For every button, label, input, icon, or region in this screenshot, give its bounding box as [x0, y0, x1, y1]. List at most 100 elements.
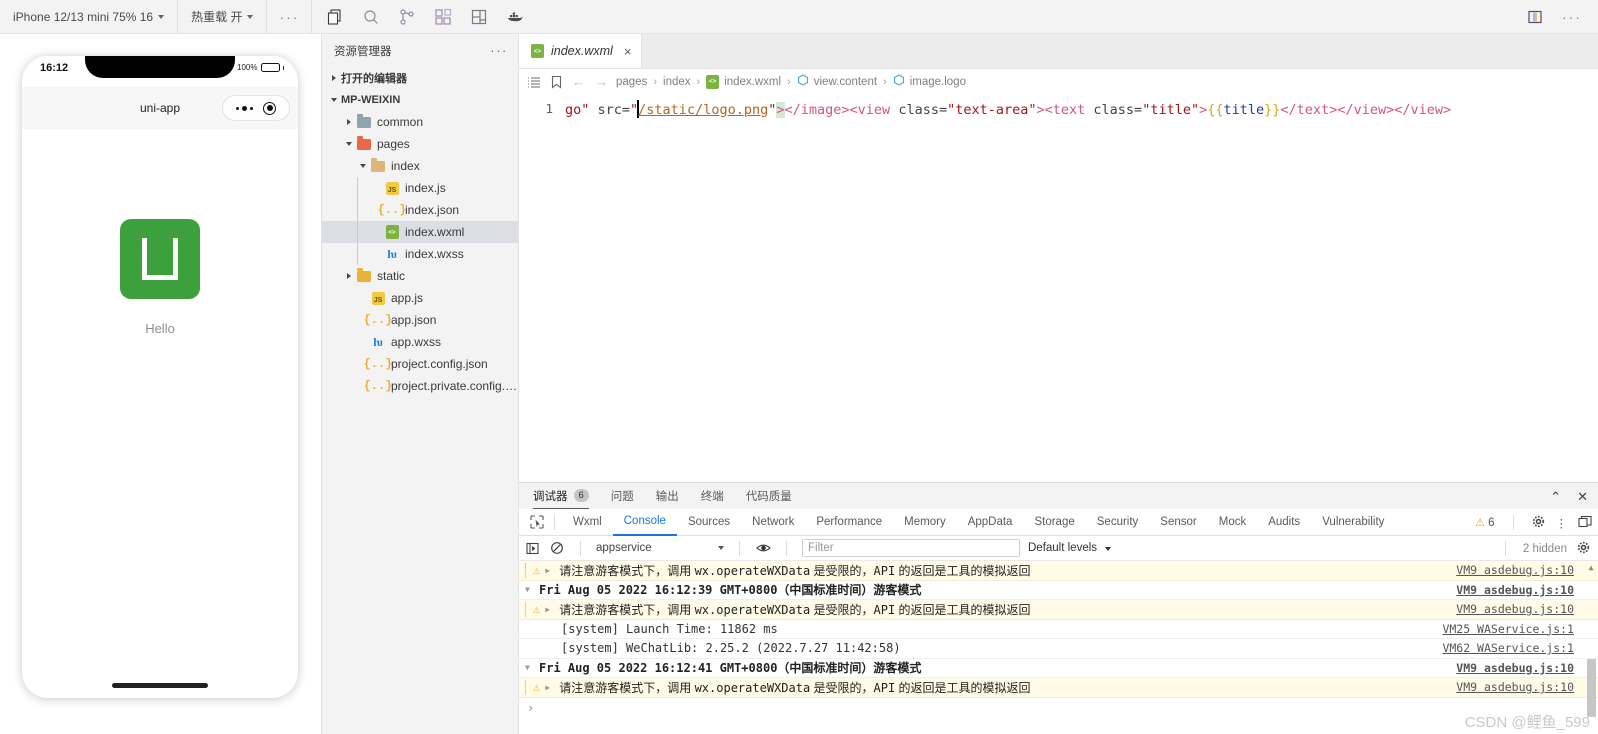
tree-item-pages[interactable]: pages — [322, 133, 518, 155]
console-source-link[interactable]: VM9 asdebug.js:10 — [1456, 583, 1574, 597]
extensions-icon[interactable] — [434, 8, 452, 26]
console-filter-input[interactable] — [802, 539, 1020, 557]
dock-panel-icon[interactable] — [1578, 515, 1592, 531]
breadcrumb-item-pages[interactable]: pages — [616, 76, 647, 88]
tree-indent-guide — [357, 199, 358, 221]
tree-item-index-json[interactable]: {..} index.json — [322, 199, 518, 221]
tree-item-app-js[interactable]: JS app.js — [322, 287, 518, 309]
console-row[interactable]: [system] Launch Time: 11862 ms VM25 WASer… — [519, 620, 1598, 639]
tree-item-index-js[interactable]: JS index.js — [322, 177, 518, 199]
collapse-arrow-icon[interactable]: ▼ — [525, 663, 534, 672]
panel-tab-终端[interactable]: 终端 — [701, 483, 724, 509]
close-icon[interactable]: × — [620, 44, 632, 59]
split-layout-icon[interactable] — [470, 8, 488, 26]
devtools-tab-mock[interactable]: Mock — [1208, 509, 1257, 536]
scrollbar-thumb[interactable] — [1587, 659, 1596, 717]
outline-icon[interactable] — [526, 75, 542, 89]
console-scrollbar[interactable]: ▲ — [1586, 563, 1596, 732]
docker-whale-icon[interactable] — [506, 8, 524, 26]
eye-icon[interactable] — [755, 542, 771, 554]
devtools-tab-storage[interactable]: Storage — [1023, 509, 1085, 536]
scroll-up-arrow-icon[interactable]: ▲ — [1586, 563, 1596, 572]
breadcrumb-item-view-content[interactable]: view.content — [797, 74, 877, 89]
wechat-capsule-button[interactable] — [222, 95, 290, 121]
bookmark-icon[interactable] — [548, 75, 564, 89]
devtools-tab-audits[interactable]: Audits — [1257, 509, 1311, 536]
open-editors-section[interactable]: 打开的编辑器 — [322, 67, 518, 89]
tree-item-static[interactable]: static — [322, 265, 518, 287]
more-actions-icon[interactable]: ··· — [1562, 9, 1582, 25]
panel-tab-输出[interactable]: 输出 — [656, 483, 679, 509]
console-row[interactable]: ⚠ ▶ 请注意游客模式下，调用 wx.operateWXData 是受限的，API … — [519, 561, 1598, 581]
console-row[interactable]: ⚠ ▶ 请注意游客模式下，调用 wx.operateWXData 是受限的，API … — [519, 600, 1598, 620]
console-source-link[interactable]: VM62 WAService.js:1 — [1442, 641, 1574, 655]
expand-arrow-icon[interactable]: ▶ — [545, 566, 554, 575]
log-levels-selector[interactable]: Default levels — [1028, 542, 1112, 554]
devtools-tab-performance[interactable]: Performance — [805, 509, 893, 536]
search-icon[interactable] — [362, 8, 380, 26]
devtools-tab-network[interactable]: Network — [741, 509, 805, 536]
warning-count-badge[interactable]: ⚠ 6 — [1475, 516, 1494, 529]
console-row[interactable]: ⚠ ▶ 请注意游客模式下，调用 wx.operateWXData 是受限的，API … — [519, 678, 1598, 698]
tree-item-index[interactable]: index — [322, 155, 518, 177]
devtools-tab-wxml[interactable]: Wxml — [562, 509, 613, 536]
expand-arrow-icon[interactable]: ▶ — [545, 605, 554, 614]
console-source-link[interactable]: VM9 asdebug.js:10 — [1456, 563, 1574, 577]
toggle-panel-icon[interactable] — [1526, 8, 1544, 26]
console-source-link[interactable]: VM25 WAService.js:1 — [1442, 622, 1574, 636]
editor-scrollbar[interactable] — [1585, 94, 1598, 482]
tree-item-project-private-config-js-[interactable]: {..} project.private.config.js... — [322, 375, 518, 397]
breadcrumb-item-image-logo[interactable]: image.logo — [893, 74, 966, 89]
expand-arrow-icon[interactable]: ▶ — [545, 683, 554, 692]
console-settings-icon[interactable] — [1577, 541, 1590, 557]
console-row[interactable]: ▼ Fri Aug 05 2022 16:12:39 GMT+0800（中国标准时… — [519, 581, 1598, 600]
tree-item-app-wxss[interactable]: ƕ app.wxss — [322, 331, 518, 353]
copy-files-icon[interactable] — [326, 8, 344, 26]
devtools-tab-security[interactable]: Security — [1086, 509, 1150, 536]
source-control-icon[interactable] — [398, 8, 416, 26]
close-panel-button[interactable]: ✕ — [1577, 490, 1588, 503]
tab-index-wxml[interactable]: index.wxml × — [519, 34, 643, 68]
more-vertical-icon[interactable]: ⋮ — [1556, 516, 1568, 530]
console-row[interactable]: ▼ Fri Aug 05 2022 16:12:41 GMT+0800（中国标准时… — [519, 659, 1598, 678]
console-row[interactable]: [system] WeChatLib: 2.25.2 (2022.7.27 11… — [519, 639, 1598, 659]
close-circle-icon[interactable] — [263, 101, 276, 115]
console-source-link[interactable]: VM9 asdebug.js:10 — [1456, 680, 1574, 694]
code-line-content[interactable]: go" src="/static/logo.png"></image><view… — [565, 99, 1451, 118]
tree-item-app-json[interactable]: {..} app.json — [322, 309, 518, 331]
navigate-forward-button[interactable]: → — [593, 74, 610, 89]
tree-item-common[interactable]: common — [322, 111, 518, 133]
collapse-panel-button[interactable]: ⌃ — [1550, 490, 1561, 503]
gear-icon[interactable] — [1532, 515, 1545, 531]
console-source-link[interactable]: VM9 asdebug.js:10 — [1456, 661, 1574, 675]
devtools-tab-sources[interactable]: Sources — [677, 509, 741, 536]
panel-tab-调试器[interactable]: 调试器 6 — [533, 483, 589, 509]
clear-console-icon[interactable] — [549, 541, 565, 555]
panel-tab-代码质量[interactable]: 代码质量 — [746, 483, 792, 509]
collapse-arrow-icon[interactable]: ▼ — [525, 585, 534, 594]
console-prompt[interactable]: › — [519, 698, 1598, 718]
navigate-back-button[interactable]: ← — [570, 74, 587, 89]
device-selector[interactable]: iPhone 12/13 mini 75% 16 — [0, 0, 177, 34]
console-output[interactable]: ⚠ ▶ 请注意游客模式下，调用 wx.operateWXData 是受限的，API … — [519, 561, 1598, 734]
devtools-tab-memory[interactable]: Memory — [893, 509, 957, 536]
devtools-tab-appdata[interactable]: AppData — [957, 509, 1024, 536]
project-root-section[interactable]: MP-WEIXIN — [322, 89, 518, 111]
context-selector[interactable]: appservice — [596, 542, 724, 554]
tree-item-project-config-json[interactable]: {..} project.config.json — [322, 353, 518, 375]
devtools-tab-vulnerability[interactable]: Vulnerability — [1311, 509, 1395, 536]
panel-tab-问题[interactable]: 问题 — [611, 483, 634, 509]
devtools-tab-sensor[interactable]: Sensor — [1149, 509, 1207, 536]
inspect-element-icon[interactable] — [527, 515, 547, 529]
code-editor[interactable]: 1 go" src="/static/logo.png"></image><vi… — [519, 94, 1598, 482]
execute-icon[interactable] — [525, 542, 541, 555]
tree-item-index-wxss[interactable]: ƕ index.wxss — [322, 243, 518, 265]
toolbar-more-button[interactable]: ··· — [267, 0, 311, 34]
console-source-link[interactable]: VM9 asdebug.js:10 — [1456, 602, 1574, 616]
tree-item-index-wxml[interactable]: index.wxml — [322, 221, 518, 243]
hot-reload-selector[interactable]: 热重载 开 — [178, 0, 266, 34]
breadcrumb-item-index[interactable]: index — [663, 76, 691, 88]
devtools-tab-console[interactable]: Console — [612, 509, 677, 536]
explorer-more-button[interactable]: ··· — [490, 43, 508, 58]
breadcrumb-item-index-wxml[interactable]: index.wxml — [706, 74, 781, 89]
